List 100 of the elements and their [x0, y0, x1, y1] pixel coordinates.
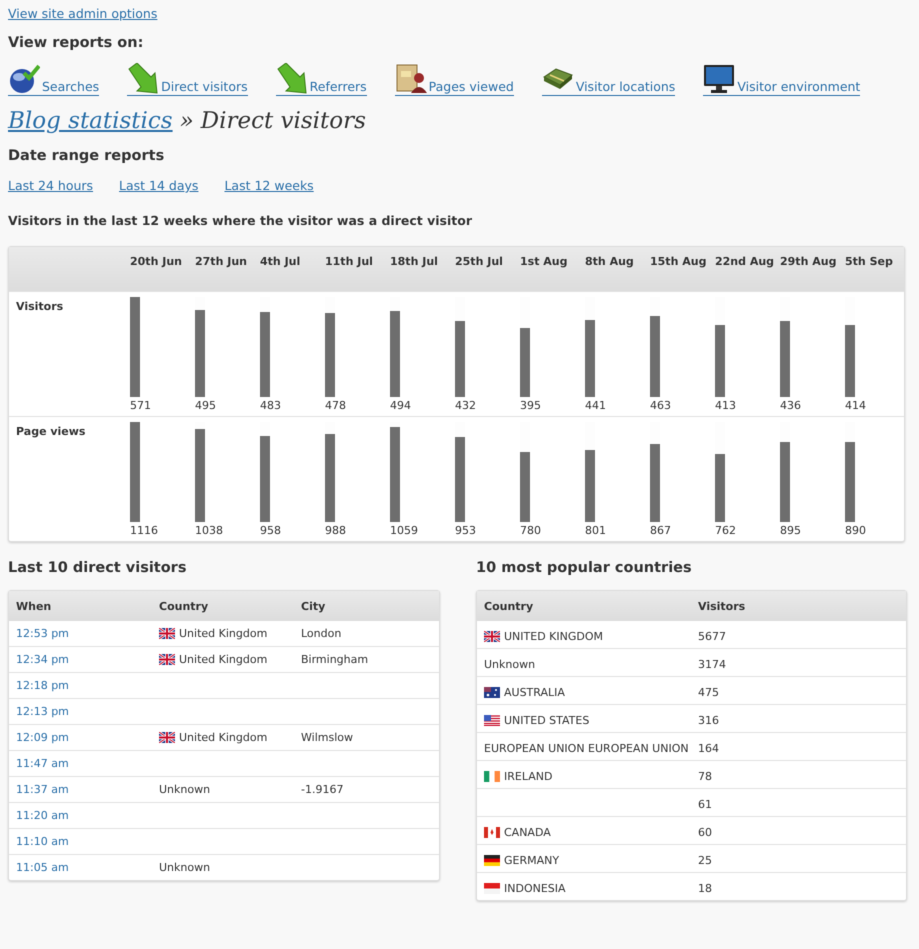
table-title: Last 10 direct visitors	[8, 560, 188, 576]
table-cell-text: 78	[698, 769, 713, 785]
bar-value: 867	[650, 524, 672, 537]
column-header: 18th Jul	[390, 255, 439, 270]
column-header: 27th Jun	[195, 255, 248, 270]
table-cell-text: EUROPEAN UNION EUROPEAN UNION	[484, 741, 689, 757]
down-arrow-icon	[276, 63, 308, 95]
bar-value: 890	[845, 524, 867, 537]
bar-value: 441	[585, 399, 607, 412]
table-cell-text: 60	[698, 825, 713, 841]
column-header: 15th Aug	[650, 255, 708, 270]
bar-value: 483	[260, 399, 282, 412]
bar-value: 988	[325, 524, 347, 537]
chart-title: Visitors in the last 12 weeks where the visitor was a direct visitor	[8, 213, 473, 228]
column-header: 20th Jun	[130, 255, 183, 270]
bar-value: 436	[780, 399, 802, 412]
bar-value: 780	[520, 524, 542, 537]
column-header: 11th Jul	[325, 255, 374, 270]
table-cell-text: United Kingdom	[179, 626, 268, 642]
bar-value: 494	[390, 399, 412, 412]
table-cell-text: 164	[698, 741, 720, 757]
column-header: Visitors	[698, 600, 746, 612]
table-cell-text: UNITED STATES	[504, 713, 590, 729]
bar-value: 895	[780, 524, 802, 537]
report-link[interactable]: Pages viewed	[394, 63, 514, 96]
bar-value: 1059	[390, 524, 419, 537]
table-cell-text: United Kingdom	[179, 730, 268, 746]
table-cell-text: 61	[698, 797, 713, 813]
table-cell-text: AUSTRALIA	[504, 685, 565, 701]
bar-value: 478	[325, 399, 347, 412]
report-link[interactable]: Searches	[8, 63, 100, 96]
table-title: 10 most popular countries	[476, 560, 693, 576]
bar-value: 762	[715, 524, 737, 537]
time-link[interactable]: 11:37 am	[16, 783, 69, 796]
table-cell-text: 475	[698, 685, 720, 701]
monitor-icon	[703, 63, 736, 95]
bar-value: 958	[260, 524, 282, 537]
report-link[interactable]: Visitor environment	[703, 63, 860, 96]
breadcrumb-link[interactable]: Blog statistics	[8, 108, 173, 134]
table-cell: London	[301, 627, 342, 640]
bar-value: 413	[715, 399, 737, 412]
report-link[interactable]: Visitor locations	[542, 63, 676, 96]
time-link[interactable]: 12:34 pm	[16, 653, 69, 666]
time-link[interactable]: 11:05 am	[16, 861, 69, 874]
table-cell-text: Unknown	[159, 860, 210, 876]
section-heading: Date range reports	[8, 148, 166, 164]
bar-value: 571	[130, 399, 152, 412]
table-cell: -1.9167	[301, 783, 344, 796]
bar-value: 395	[520, 399, 542, 412]
column-header: 8th Aug	[585, 255, 635, 270]
bar-value: 1038	[195, 524, 224, 537]
time-link[interactable]: 12:13 pm	[16, 705, 69, 718]
table-cell-text: Unknown	[159, 782, 210, 798]
table-cell-text: 18	[698, 881, 713, 897]
time-link[interactable]: 12:53 pm	[16, 627, 69, 640]
table-cell-text: CANADA	[504, 825, 551, 841]
globe-check-icon	[8, 63, 40, 95]
bar-value: 953	[455, 524, 477, 537]
report-link[interactable]: Referrers	[276, 63, 367, 96]
column-header: Country	[159, 600, 210, 612]
column-header: 29th Aug	[780, 255, 838, 270]
row-label: Page views	[15, 424, 86, 440]
column-header: 4th Jul	[260, 255, 302, 270]
table-cell-text: Unknown	[484, 657, 536, 673]
column-header: 5th Sep	[845, 255, 894, 270]
table-cell-text: GERMANY	[504, 853, 560, 869]
table-cell-text: 316	[698, 713, 720, 729]
date-range-link[interactable]: Last 24 hours	[8, 178, 94, 193]
time-link[interactable]: 12:18 pm	[16, 679, 69, 692]
date-range-link[interactable]: Last 12 weeks	[224, 178, 314, 193]
table-cell-text: 25	[698, 853, 713, 869]
reports-heading: View reports on:	[8, 35, 144, 51]
time-link[interactable]: 11:47 am	[16, 757, 69, 770]
column-header: City	[301, 600, 326, 612]
table-cell: Birmingham	[301, 653, 368, 666]
time-link[interactable]: 11:20 am	[16, 809, 69, 822]
bar-value: 801	[585, 524, 607, 537]
folder-person-icon	[394, 63, 427, 95]
breadcrumb-separator: »	[180, 108, 194, 134]
table-cell: Wilmslow	[301, 731, 353, 744]
column-header: 25th Jul	[455, 255, 504, 270]
table-cell-text: IRELAND	[504, 769, 552, 785]
table-cell-text: United Kingdom	[179, 652, 268, 668]
bar-value: 463	[650, 399, 672, 412]
bar-value: 1116	[130, 524, 159, 537]
column-header: 22nd Aug	[715, 255, 776, 270]
column-header: 1st Aug	[520, 255, 569, 270]
row-label: Visitors	[15, 299, 64, 315]
report-link[interactable]: Direct visitors	[127, 63, 248, 96]
admin-options-link[interactable]: View site admin options	[8, 6, 158, 21]
bar-value: 495	[195, 399, 217, 412]
table-cell-text: UNITED KINGDOM	[504, 629, 603, 645]
table-cell-text: 3174	[698, 657, 727, 673]
down-arrow-icon	[127, 63, 160, 95]
time-link[interactable]: 12:09 pm	[16, 731, 69, 744]
table-cell-text: INDONESIA	[504, 881, 566, 897]
column-header: When	[16, 600, 52, 612]
bar-value: 414	[845, 399, 867, 412]
time-link[interactable]: 11:10 am	[16, 835, 69, 848]
date-range-link[interactable]: Last 14 days	[119, 178, 198, 193]
